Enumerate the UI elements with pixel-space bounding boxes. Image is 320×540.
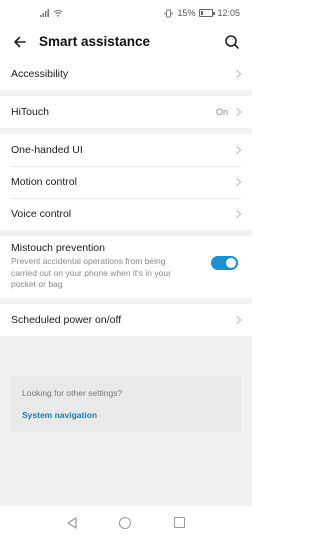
accessibility-item[interactable]: Accessibility [0,58,252,90]
other-settings-box: Looking for other settings? System navig… [11,376,241,432]
status-bar: 15% 12:05 [0,0,252,28]
search-button[interactable] [222,32,242,52]
navigation-bar [0,506,252,540]
status-icons-right: 15% 12:05 [164,8,240,18]
one-handed-item[interactable]: One-handed UI [0,134,252,166]
motion-control-item[interactable]: Motion control [0,166,252,198]
search-icon [225,35,239,49]
app-header: Smart assistance [0,28,252,58]
accessibility-label: Accessibility [11,68,69,80]
arrow-left-icon [14,36,26,48]
chevron-right-icon [232,209,242,219]
scheduled-power-item[interactable]: Scheduled power on/off [0,304,252,336]
chevron-right-icon [232,315,242,325]
voice-control-item[interactable]: Voice control [0,198,252,230]
screen: 15% 12:05 Smart assistance Accessibility [0,0,252,540]
mistouch-label: Mistouch prevention [11,242,105,254]
group-hitouch: HiTouch On [0,96,252,128]
vibrate-icon [165,9,173,17]
group-accessibility: Accessibility [0,58,252,90]
one-handed-label: One-handed UI [11,144,83,156]
chevron-right-icon [232,145,242,155]
hitouch-label: HiTouch [11,106,49,118]
scheduled-power-label: Scheduled power on/off [11,314,122,326]
toggle-knob [226,258,236,268]
group-controls: One-handed UI Motion control Voice contr… [0,134,252,230]
group-power: Scheduled power on/off [0,304,252,336]
hitouch-status: On [215,107,228,117]
chevron-right-icon [232,177,242,187]
page-title: Smart assistance [39,34,151,49]
battery-percent: 15% [177,8,196,18]
nav-home-icon[interactable] [119,517,131,529]
wifi-icon [53,10,63,17]
clock: 12:05 [217,8,240,18]
nav-recents-icon[interactable] [174,517,185,528]
mistouch-item: Mistouch prevention Prevent accidental o… [0,236,252,298]
nav-back-icon[interactable] [65,516,79,530]
status-icons-left [40,9,63,17]
chevron-right-icon [232,69,242,79]
hitouch-item[interactable]: HiTouch On [0,96,252,128]
system-navigation-link[interactable]: System navigation [22,410,97,420]
chevron-right-icon [232,107,242,117]
motion-control-label: Motion control [11,176,77,188]
mistouch-description: Prevent accidental operations from being… [11,256,171,289]
battery-fill [201,11,204,15]
voice-control-label: Voice control [11,208,72,220]
battery-icon [199,9,216,17]
back-button[interactable] [10,32,30,52]
mistouch-toggle[interactable] [211,256,238,270]
other-settings-question: Looking for other settings? [22,388,123,398]
signal-icon [40,9,49,17]
